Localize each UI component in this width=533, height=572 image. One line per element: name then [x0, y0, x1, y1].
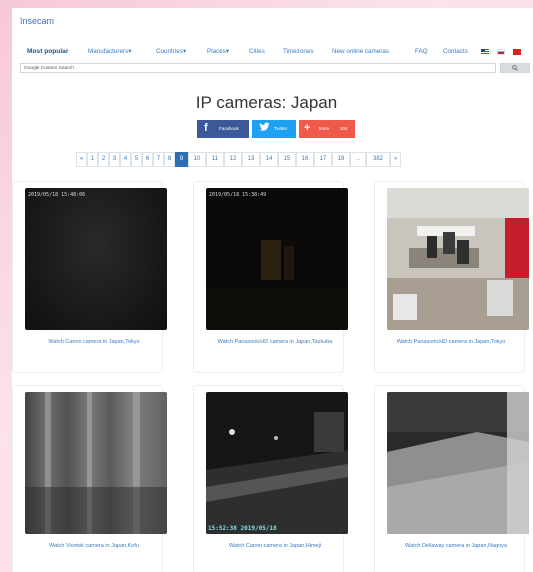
camera-link[interactable]: Watch Dellaway camera in Japan,Nagoya [381, 542, 531, 550]
pagination-page[interactable]: 11 [206, 152, 224, 167]
chevron-down-icon: ▾ [225, 48, 230, 55]
pagination-page[interactable]: 18 [332, 152, 350, 167]
pagination-page[interactable]: 14 [260, 152, 278, 167]
nav-places[interactable]: Places▾ [207, 48, 229, 55]
camera-thumbnail[interactable]: 2019/05/18 15:48:06 [25, 188, 167, 330]
pagination-page[interactable]: 16 [296, 152, 314, 167]
plus-icon: + [304, 122, 311, 134]
nav-most-popular[interactable]: Most popular [27, 48, 68, 55]
camera-card[interactable]: 15:52:38 2019/05/18 Watch Canon camera i… [193, 385, 348, 572]
chevron-down-icon: ▾ [182, 48, 187, 55]
ru-flag-icon[interactable] [497, 49, 505, 55]
pagination-next[interactable]: » [390, 152, 401, 167]
facebook-icon: f [204, 122, 208, 134]
camera-thumbnail[interactable] [387, 392, 529, 534]
share-facebook-button[interactable]: f Facebook [197, 120, 249, 138]
nav-new-online-cameras[interactable]: New online cameras [332, 48, 389, 55]
camera-link[interactable]: Watch PanasonicHD camera in Japan,Tsukub… [200, 338, 350, 346]
camera-link[interactable]: Watch Canon camera in Japan,Tokyo [19, 338, 169, 346]
search-icon [512, 65, 518, 71]
camera-timestamp: 2019/05/18 15:48:06 [28, 192, 86, 198]
pagination-page-active[interactable]: 9 [175, 152, 188, 167]
pagination-ellipsis: ... [350, 152, 366, 167]
pagination-page[interactable]: 17 [314, 152, 332, 167]
nav-manufacturers[interactable]: Manufacturers▾ [88, 48, 131, 55]
share-count: 104 [340, 126, 348, 131]
nav-timezones[interactable]: Timezones [283, 48, 314, 55]
cn-flag-icon[interactable] [513, 49, 521, 55]
camera-card[interactable]: 2019/05/18 15:38:49 Watch PanasonicHD ca… [193, 181, 348, 373]
search-bar: Google Custom Search [20, 63, 530, 73]
camera-link[interactable]: Watch Canon camera in Japan,Himeji [200, 542, 350, 550]
pagination-page[interactable]: 8 [164, 152, 175, 167]
chevron-down-icon: ▾ [128, 48, 132, 55]
share-more-label: More [319, 126, 330, 131]
pagination-page[interactable]: 15 [278, 152, 296, 167]
camera-thumbnail[interactable]: 15:52:38 2019/05/18 [206, 392, 348, 534]
nav-countries[interactable]: Countries▾ [156, 48, 186, 55]
camera-scene [387, 392, 529, 534]
camera-timestamp: 15:52:38 2019/05/18 [208, 525, 277, 532]
pagination-page[interactable]: 5 [131, 152, 142, 167]
main-nav: Most popular Manufacturers▾ Countries▾ P… [27, 46, 527, 60]
twitter-icon [259, 122, 270, 135]
camera-scene [206, 240, 348, 330]
camera-scene [206, 412, 348, 534]
share-more-button[interactable]: + More 104 [299, 120, 355, 138]
page-title: IP cameras: Japan [195, 93, 338, 112]
camera-thumbnail[interactable] [387, 188, 529, 330]
share-twitter-label: Twitter [274, 126, 288, 131]
nav-cities[interactable]: Cities [249, 48, 265, 55]
pagination-page[interactable]: 382 [366, 152, 390, 167]
camera-card[interactable]: Watch Vivotek camera in Japan,Kofu [12, 385, 167, 572]
us-flag-icon[interactable] [481, 49, 489, 55]
camera-thumbnail[interactable]: 2019/05/18 15:38:49 [206, 188, 348, 330]
pagination-page[interactable]: 2 [98, 152, 109, 167]
pagination-page[interactable]: 13 [242, 152, 260, 167]
search-button[interactable] [500, 63, 530, 73]
camera-scene [25, 392, 167, 534]
page: Insecam Most popular Manufacturers▾ Coun… [12, 8, 533, 572]
camera-thumbnail[interactable] [25, 392, 167, 534]
pagination-page[interactable]: 3 [109, 152, 120, 167]
camera-card[interactable]: 2019/05/18 15:48:06 Watch Canon camera i… [12, 181, 167, 373]
pagination-prev[interactable]: « [76, 152, 87, 167]
camera-card[interactable]: Watch Dellaway camera in Japan,Nagoya [374, 385, 529, 572]
camera-link[interactable]: Watch Vivotek camera in Japan,Kofu [19, 542, 169, 550]
share-facebook-label: Facebook [219, 126, 239, 131]
share-twitter-button[interactable]: Twitter [252, 120, 296, 138]
camera-timestamp: 2019/05/18 15:38:49 [209, 192, 267, 198]
nav-contacts[interactable]: Contacts [443, 48, 468, 55]
nav-faq[interactable]: FAQ [415, 48, 428, 55]
pagination-page[interactable]: 6 [142, 152, 153, 167]
camera-card[interactable]: Watch PanasonicHD camera in Japan,Tokyo [374, 181, 529, 373]
pagination-page[interactable]: 1 [87, 152, 98, 167]
pagination-page[interactable]: 4 [120, 152, 131, 167]
pagination-page[interactable]: 10 [188, 152, 206, 167]
pagination-page[interactable]: 12 [224, 152, 242, 167]
camera-link[interactable]: Watch PanasonicHD camera in Japan,Tokyo [371, 338, 531, 346]
search-input[interactable]: Google Custom Search [20, 63, 496, 73]
pagination-page[interactable]: 7 [153, 152, 164, 167]
site-logo[interactable]: Insecam [20, 16, 54, 26]
camera-scene [387, 188, 529, 330]
